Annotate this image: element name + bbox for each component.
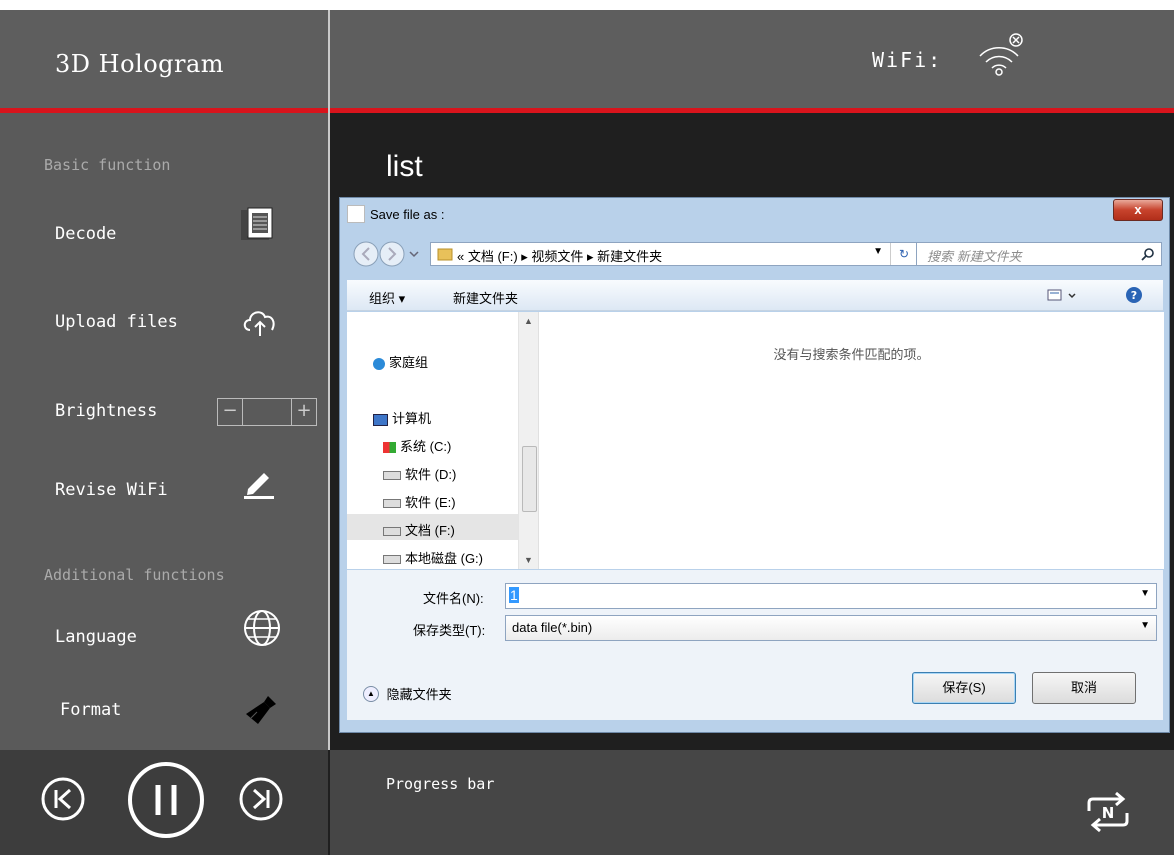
filetype-label: 保存类型(T): xyxy=(413,623,486,638)
filename-value: 1 xyxy=(509,587,519,603)
wifi-disconnected-icon[interactable] xyxy=(974,30,1030,78)
save-file-dialog: Save file as : x « 文档 (F:) ▸ 视频文件 ▸ 新建文件… xyxy=(339,197,1170,733)
scroll-down-icon[interactable]: ▼ xyxy=(524,555,533,565)
nav-item-drive-f[interactable]: 文档 (F:) xyxy=(383,520,455,539)
organize-menu[interactable]: 组织 ▾ xyxy=(369,288,405,307)
pause-icon[interactable] xyxy=(126,760,206,840)
header-accent-line xyxy=(0,108,328,113)
sidebar-item-revise-wifi[interactable]: Revise WiFi xyxy=(55,480,168,500)
section-basic-heading: Basic function xyxy=(44,156,171,174)
loop-n-icon[interactable]: N xyxy=(1083,789,1133,835)
sidebar-item-upload[interactable]: Upload files xyxy=(55,312,178,332)
cancel-button[interactable]: 取消 xyxy=(1032,672,1136,704)
filetype-dropdown-icon[interactable]: ▼ xyxy=(1140,620,1150,631)
svg-text:?: ? xyxy=(1131,289,1137,302)
top-header xyxy=(330,10,1174,108)
brightness-decrease-button[interactable]: − xyxy=(218,399,243,425)
computer-icon xyxy=(373,413,388,426)
dialog-footer: 文件名(N): 1 ▼ 保存类型(T): data file(*.bin) ▼ … xyxy=(347,570,1163,720)
next-icon[interactable] xyxy=(238,776,284,822)
forward-button[interactable] xyxy=(379,241,405,267)
hide-folders-toggle[interactable]: ▲ 隐藏文件夹 xyxy=(363,684,452,703)
new-folder-button[interactable]: 新建文件夹 xyxy=(453,288,518,307)
brightness-increase-button[interactable]: + xyxy=(291,399,316,425)
sidebar-item-format[interactable]: Format xyxy=(60,700,121,720)
sidebar-item-language[interactable]: Language xyxy=(55,627,137,647)
app-title: 3D Hologram xyxy=(55,50,225,78)
filename-field[interactable]: 1 ▼ xyxy=(505,583,1157,609)
empty-message: 没有与搜索条件匹配的项。 xyxy=(773,347,930,362)
back-button[interactable] xyxy=(353,241,379,267)
save-button[interactable]: 保存(S) xyxy=(912,672,1016,704)
nav-item-drive-d[interactable]: 软件 (D:) xyxy=(383,464,456,483)
drive-icon xyxy=(383,555,401,565)
search-input[interactable]: 搜索 新建文件夹 xyxy=(916,242,1162,266)
nav-scrollbar[interactable]: ▲ ▼ xyxy=(518,312,538,569)
dialog-title: Save file as : xyxy=(370,207,445,222)
brightness-stepper[interactable]: − + xyxy=(217,398,317,426)
dialog-app-icon xyxy=(347,205,365,223)
sidebar-item-decode[interactable]: Decode xyxy=(55,224,116,244)
file-list-pane[interactable]: 没有与搜索条件匹配的项。 xyxy=(538,312,1164,569)
drive-icon xyxy=(383,499,401,509)
refresh-icon[interactable]: ↻ xyxy=(890,243,917,265)
navigation-pane: 家庭组 计算机 系统 (C:) 软件 (D:) 软件 (E:) 文档 (F:) … xyxy=(347,312,537,569)
drive-icon xyxy=(383,527,401,537)
nav-item-homegroup[interactable]: 家庭组 xyxy=(373,352,428,371)
filename-label: 文件名(N): xyxy=(423,591,484,606)
header-accent-line-right xyxy=(330,108,1174,113)
loop-mode-label: N xyxy=(1102,804,1115,822)
sidebar-item-brightness: Brightness xyxy=(55,401,158,421)
progress-area xyxy=(330,750,1174,855)
dialog-close-button[interactable]: x xyxy=(1113,199,1163,221)
wifi-label: WiFi: xyxy=(872,48,943,72)
breadcrumb[interactable]: « 文档 (F:) ▸ 视频文件 ▸ 新建文件夹 xyxy=(457,246,662,265)
chevron-up-icon: ▲ xyxy=(363,685,379,702)
dialog-toolbar: 组织 ▾ 新建文件夹 ? xyxy=(347,280,1163,311)
broom-icon[interactable] xyxy=(244,694,278,728)
section-additional-heading: Additional functions xyxy=(44,566,225,584)
app-window: 3D Hologram Basic function Decode Upload… xyxy=(0,10,1174,855)
folder-icon xyxy=(437,248,453,261)
player-controls xyxy=(0,750,328,855)
nav-item-drive-c[interactable]: 系统 (C:) xyxy=(383,436,451,455)
hide-folders-label: 隐藏文件夹 xyxy=(386,687,452,702)
sidebar-divider xyxy=(328,10,330,750)
search-icon[interactable] xyxy=(1141,247,1155,261)
sidebar: 3D Hologram Basic function Decode Upload… xyxy=(0,10,328,855)
scroll-up-icon[interactable]: ▲ xyxy=(524,316,533,326)
filetype-value: data file(*.bin) xyxy=(512,620,593,635)
help-icon[interactable]: ? xyxy=(1125,286,1143,304)
filetype-select[interactable]: data file(*.bin) ▼ xyxy=(505,615,1157,641)
nav-item-drive-e[interactable]: 软件 (E:) xyxy=(383,492,456,511)
scrollbar-thumb[interactable] xyxy=(522,446,537,512)
back-forward-buttons xyxy=(353,241,419,267)
homegroup-icon xyxy=(373,357,385,370)
sidebar-header: 3D Hologram xyxy=(0,10,328,108)
nav-item-computer[interactable]: 计算机 xyxy=(373,408,431,427)
address-bar[interactable]: « 文档 (F:) ▸ 视频文件 ▸ 新建文件夹 ▼ ↻ xyxy=(430,242,918,266)
previous-icon[interactable] xyxy=(40,776,86,822)
search-placeholder: 搜索 新建文件夹 xyxy=(927,249,1022,264)
drive-icon xyxy=(383,471,401,481)
windows-drive-icon xyxy=(383,442,396,454)
filename-dropdown-icon[interactable]: ▼ xyxy=(1140,588,1150,599)
document-icon[interactable] xyxy=(239,206,275,244)
globe-icon[interactable] xyxy=(243,609,281,647)
progress-bar-label: Progress bar xyxy=(386,775,495,793)
pencil-icon[interactable] xyxy=(242,465,276,499)
recent-dropdown-icon[interactable] xyxy=(409,251,419,258)
list-title: list xyxy=(386,150,423,183)
view-options-icon[interactable] xyxy=(1047,288,1083,304)
cloud-upload-icon[interactable] xyxy=(240,304,280,338)
address-dropdown-icon[interactable]: ▼ xyxy=(873,246,883,257)
nav-item-drive-g[interactable]: 本地磁盘 (G:) xyxy=(383,548,483,567)
